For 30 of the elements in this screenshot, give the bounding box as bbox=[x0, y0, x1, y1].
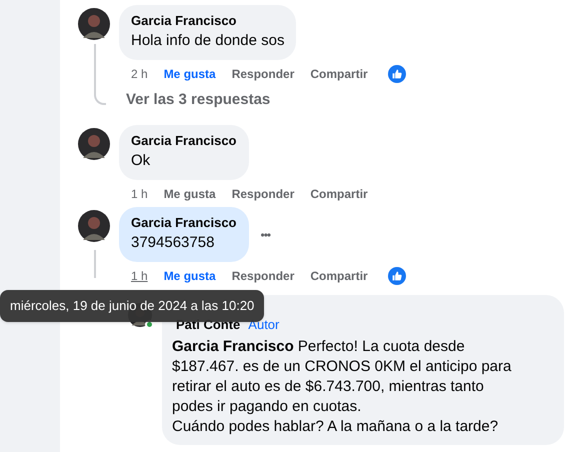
like-reaction-icon[interactable] bbox=[388, 267, 406, 285]
more-options-button[interactable]: ••• bbox=[260, 226, 270, 244]
mention-link[interactable]: Garcia Francisco bbox=[172, 338, 294, 354]
reply-text: Garcia Francisco Perfecto! La cuota desde $187.467. es de un CRONOS 0KM el anticipo para retirar el auto es de $6.743.700, mientras tanto podes ir pagando en cuotas. Cuándo podes hablar? A la mañana o a la tarde? bbox=[172, 336, 512, 436]
comment-text: Hola info de donde sos bbox=[131, 31, 284, 51]
thread-line bbox=[94, 44, 106, 105]
timestamp-link[interactable]: 2 h bbox=[131, 65, 148, 83]
like-link[interactable]: Me gusta bbox=[164, 185, 216, 203]
share-link[interactable]: Compartir bbox=[310, 65, 368, 83]
reply-link[interactable]: Responder bbox=[232, 65, 294, 83]
author-name[interactable]: Garcia Francisco bbox=[131, 133, 236, 149]
thread-line bbox=[94, 250, 96, 278]
like-link[interactable]: Me gusta bbox=[164, 267, 216, 285]
timestamp-link[interactable]: 1 h bbox=[131, 267, 148, 285]
avatar-icon[interactable] bbox=[78, 128, 110, 160]
timestamp-link[interactable]: 1 h bbox=[131, 185, 148, 203]
comment-text: Ok bbox=[131, 151, 152, 171]
share-link[interactable]: Compartir bbox=[310, 267, 368, 285]
author-name[interactable]: Garcia Francisco bbox=[131, 13, 284, 29]
reply-link[interactable]: Responder bbox=[232, 267, 294, 285]
comment-text: 3794563758 bbox=[131, 233, 216, 253]
date-tooltip: miércoles, 19 de junio de 2024 a las 10:20 bbox=[0, 290, 264, 322]
like-link[interactable]: Me gusta bbox=[164, 65, 216, 83]
reply-link[interactable]: Responder bbox=[232, 185, 294, 203]
author-name[interactable]: Garcia Francisco bbox=[131, 215, 236, 231]
view-replies-link[interactable]: Ver las 3 respuestas bbox=[126, 89, 270, 112]
share-link[interactable]: Compartir bbox=[310, 185, 368, 203]
avatar-icon[interactable] bbox=[78, 210, 110, 242]
avatar-icon[interactable] bbox=[78, 8, 110, 40]
like-reaction-icon[interactable] bbox=[388, 65, 406, 83]
